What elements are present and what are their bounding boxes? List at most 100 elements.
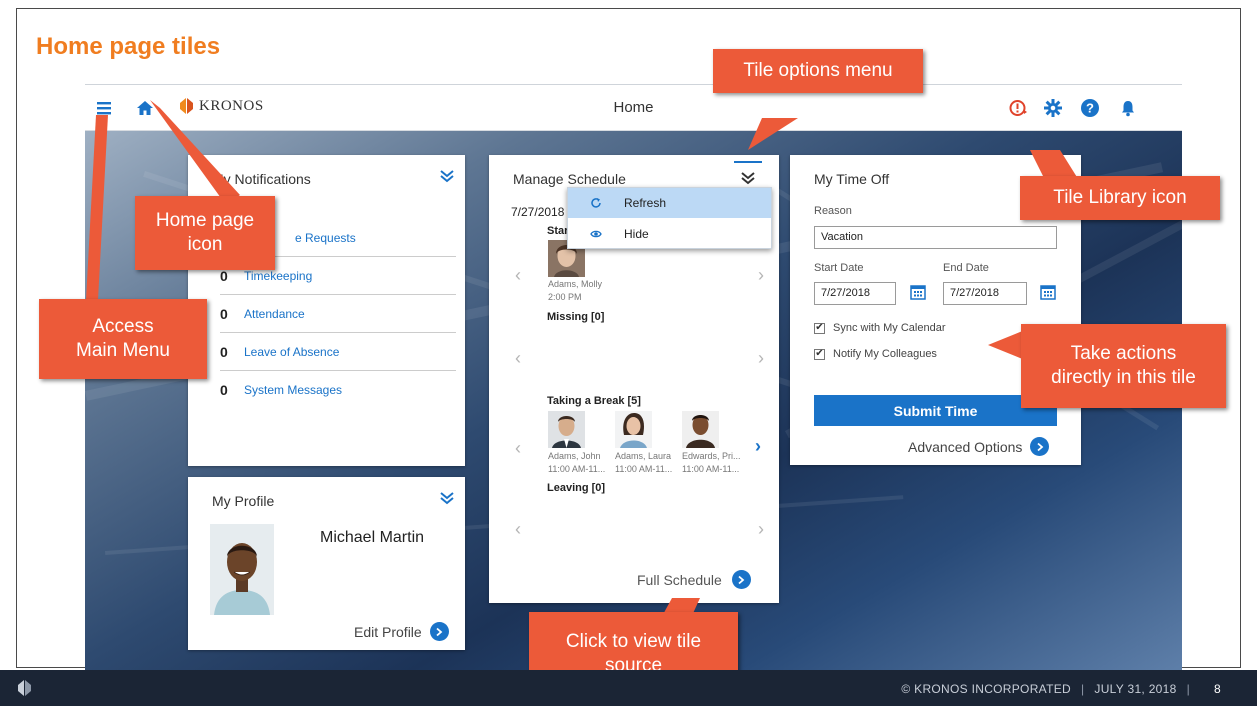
menu-item-hide[interactable]: Hide [568,219,771,249]
chevron-left-icon[interactable]: ‹ [515,265,521,286]
chevron-right-icon[interactable]: › [758,265,764,286]
kronos-footer-logo-icon [14,678,34,703]
help-icon[interactable]: ? [1077,95,1103,121]
employee-time: 11:00 AM-11... [548,464,606,474]
menu-item-label[interactable]: Refresh [624,196,666,210]
callout-line: Main Menu [76,340,170,361]
slide-footer: © KRONOS INCORPORATED | JULY 31, 2018 | 8 [0,670,1257,706]
chevron-down-icon[interactable] [438,167,456,185]
callout-line: Click to view tile [565,630,702,652]
calendar-icon[interactable] [910,284,926,305]
notify-checkbox[interactable]: ✔ [814,348,825,360]
break-label: Taking a Break [5] [547,395,641,407]
schedule-title: Manage Schedule [513,171,626,187]
calendar-icon[interactable] [1040,284,1056,305]
notification-row[interactable]: 0 Attendance [220,295,456,333]
top-bar: KRONOS Home ? [85,85,1182,131]
tile-options-menu: Refresh Hide [567,187,772,249]
slide: Home page tiles KRONOS Home ? My Notific… [0,0,1257,706]
start-date-label: Start Date [814,262,864,274]
footer-copyright: © KRONOS INCORPORATED [901,682,1071,696]
employee-time: 11:00 AM-11... [682,464,740,474]
profile-tile: My Profile Michael Martin Edit Profile [188,477,465,650]
employee-photo[interactable] [682,411,719,448]
callout-tile-library: Tile Library icon [1020,176,1220,220]
employee-photo[interactable] [615,411,652,448]
sync-label: Sync with My Calendar [833,322,946,334]
sync-checkbox[interactable]: ✔ [814,322,825,334]
callout-line: Access [92,316,154,338]
notification-label[interactable]: Timekeeping [244,269,312,283]
started-label: Star [547,225,569,237]
missing-label: Missing [0] [547,311,605,323]
end-date-input[interactable]: 7/27/2018 [943,282,1027,305]
start-date-input[interactable]: 7/27/2018 [814,282,896,305]
employee-name: Adams, Laura [615,451,672,461]
advanced-options-label[interactable]: Advanced Options [908,439,1022,455]
tile-options-chevron-icon[interactable] [739,169,757,187]
callout-tile-options: Tile options menu [713,49,923,93]
callout-line: Take actions [1070,343,1177,365]
chevron-left-icon[interactable]: ‹ [515,348,521,369]
notification-count: 0 [220,382,228,398]
employee-name: Adams, Molly [548,279,603,289]
alert-icon[interactable] [1005,95,1031,121]
chevron-right-icon[interactable]: › [758,519,764,540]
footer-text: © KRONOS INCORPORATED | JULY 31, 2018 | 8 [901,682,1221,696]
employee-name: Adams, John [548,451,601,461]
reason-label: Reason [814,205,852,217]
footer-date: JULY 31, 2018 [1094,682,1177,696]
callout-line: directly in this tile [1051,367,1196,388]
employee-name: Edwards, Pri... [682,451,741,461]
advanced-options-link[interactable]: Advanced Options [908,437,1050,456]
edit-profile-label[interactable]: Edit Profile [354,624,422,640]
profile-name: Michael Martin [320,529,425,546]
callout-main-menu: Access Main Menu [39,299,207,379]
chevron-right-icon[interactable]: › [755,436,761,457]
notification-label[interactable]: e Requests [295,231,356,245]
notification-label[interactable]: Attendance [244,307,305,321]
bell-icon[interactable] [1115,95,1141,121]
notifications-title: My Notifications [212,171,311,187]
notification-count: 0 [220,343,228,360]
notify-colleagues-option[interactable]: ✔ Notify My Colleagues [814,348,937,360]
edit-profile-link[interactable]: Edit Profile [354,622,449,641]
chevron-right-icon[interactable]: › [758,348,764,369]
schedule-date: 7/27/2018 [511,205,565,219]
callout-home-icon: Home page icon [135,196,275,270]
callout-line: Home page [155,210,255,232]
menu-item-label[interactable]: Hide [624,227,649,241]
footer-page-number: 8 [1214,682,1221,696]
end-date-label: End Date [943,262,989,274]
employee-photo[interactable] [548,411,585,448]
full-schedule-link[interactable]: Full Schedule [637,570,751,589]
menu-item-refresh[interactable]: Refresh [568,188,771,218]
slide-title: Home page tiles [36,33,221,60]
notify-label: Notify My Colleagues [833,348,937,360]
refresh-icon [568,197,624,209]
arrow-right-circle-icon[interactable] [1030,437,1050,456]
notification-row[interactable]: 0 Leave of Absence [220,333,456,371]
notification-label[interactable]: Leave of Absence [244,345,339,359]
notification-label[interactable]: System Messages [244,383,342,397]
chevron-down-icon[interactable] [438,489,456,507]
chevron-left-icon[interactable]: ‹ [515,519,521,540]
reason-select[interactable]: Vacation [814,226,1057,249]
avatar [210,524,274,615]
employee-time: 11:00 AM-11... [615,464,673,474]
callout-take-actions: Take actions directly in this tile [1021,324,1226,408]
notification-count: 0 [220,305,228,322]
full-schedule-label[interactable]: Full Schedule [637,572,722,588]
arrow-right-circle-icon[interactable] [731,570,751,589]
arrow-right-circle-icon[interactable] [429,622,449,641]
notification-row[interactable]: 0 System Messages [220,371,456,409]
timeoff-title: My Time Off [814,171,890,187]
leaving-label: Leaving [0] [547,482,606,494]
gear-icon[interactable] [1040,95,1066,121]
employee-time: 2:00 PM [548,292,582,302]
chevron-left-icon[interactable]: ‹ [515,438,521,459]
callout-line: icon [187,234,223,255]
sync-calendar-option[interactable]: ✔ Sync with My Calendar [814,322,946,334]
svg-text:?: ? [1086,101,1094,116]
eye-icon [568,229,624,239]
